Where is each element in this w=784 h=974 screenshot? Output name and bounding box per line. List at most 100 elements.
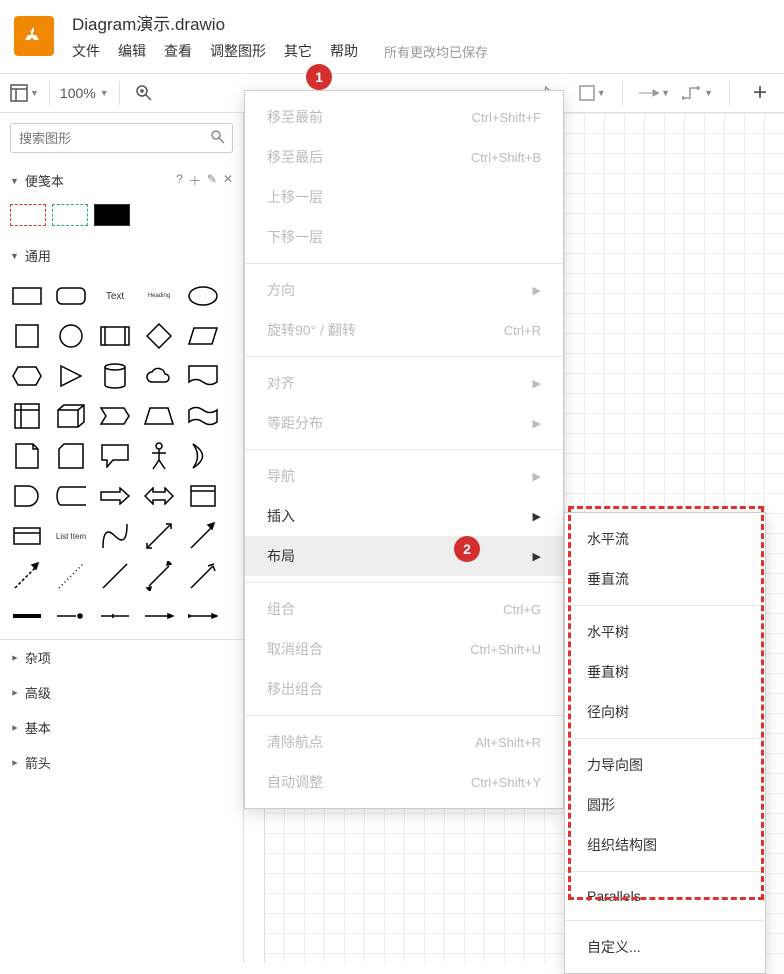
shape-hexagon[interactable] <box>10 361 44 391</box>
shape-square[interactable] <box>10 321 44 351</box>
section-advanced[interactable]: ▼高级 <box>0 675 243 710</box>
menu-edit[interactable]: 编辑 <box>118 41 146 61</box>
shape-callout[interactable] <box>98 441 132 471</box>
shape-curve[interactable] <box>98 521 132 551</box>
shape-listitem[interactable]: List Item <box>54 521 88 551</box>
zoom-in-button[interactable] <box>130 79 158 107</box>
shape-link4[interactable] <box>142 601 176 631</box>
shape-bidir-thin[interactable] <box>142 561 176 591</box>
shape-internal[interactable] <box>10 401 44 431</box>
shape-circle[interactable] <box>54 321 88 351</box>
shape-card[interactable] <box>54 441 88 471</box>
view-mode-button[interactable]: ▼ <box>10 79 39 107</box>
submenu-org[interactable]: 组织结构图 <box>565 825 765 865</box>
submenu-parallels[interactable]: Parallels <box>565 878 765 914</box>
submenu-custom[interactable]: 自定义... <box>565 927 765 967</box>
triangle-down-icon: ▼ <box>10 176 19 186</box>
shape-datastore[interactable] <box>54 481 88 511</box>
shape-heading[interactable]: Heading <box>142 281 176 311</box>
shape-triangle[interactable] <box>54 361 88 391</box>
submenu-vtree[interactable]: 垂直树 <box>565 652 765 692</box>
shape-ellipse[interactable] <box>186 281 220 311</box>
shape-bidir-arrow[interactable] <box>142 521 176 551</box>
menu-file[interactable]: 文件 <box>72 41 100 61</box>
separator <box>729 81 730 105</box>
submenu-htree[interactable]: 水平树 <box>565 612 765 652</box>
shape-dotted[interactable] <box>54 561 88 591</box>
menu-arrange[interactable]: 调整图形 <box>210 41 266 61</box>
section-scratchpad[interactable]: ▼ 便笺本 ? ＋ ✎ ✕ <box>0 163 243 198</box>
shape-or[interactable] <box>186 441 220 471</box>
shape-diamond[interactable] <box>142 321 176 351</box>
submenu-hflow[interactable]: 水平流 <box>565 519 765 559</box>
submenu-force[interactable]: 力导向图 <box>565 745 765 785</box>
shape-link2[interactable] <box>54 601 88 631</box>
shape-document[interactable] <box>186 361 220 391</box>
shape-arrow-open[interactable] <box>186 561 220 591</box>
document-title[interactable]: Diagram演示.drawio <box>72 10 488 35</box>
shape-actor[interactable] <box>142 441 176 471</box>
shape-cylinder[interactable] <box>98 361 132 391</box>
section-misc[interactable]: ▼杂项 <box>0 640 243 675</box>
scratchpad-thumb[interactable] <box>94 204 130 226</box>
menu-divider <box>565 738 765 739</box>
layout-submenu: 水平流 垂直流 水平树 垂直树 径向树 力导向图 圆形 组织结构图 Parall… <box>564 512 766 974</box>
scratchpad-items <box>0 198 243 238</box>
shape-link3[interactable] <box>98 601 132 631</box>
waypoint-button[interactable]: ▼ <box>682 79 713 107</box>
shape-button[interactable]: ▼ <box>578 79 606 107</box>
menu-help[interactable]: 帮助 <box>330 41 358 61</box>
shape-step[interactable] <box>98 401 132 431</box>
connection-button[interactable]: ▼ <box>639 79 670 107</box>
submenu-vflow[interactable]: 垂直流 <box>565 559 765 599</box>
shape-trapezoid[interactable] <box>142 401 176 431</box>
shapes-palette: Text Heading <box>0 273 243 639</box>
shape-list[interactable] <box>10 521 44 551</box>
shape-and[interactable] <box>10 481 44 511</box>
menu-divider <box>565 871 765 872</box>
scratchpad-thumb[interactable] <box>52 204 88 226</box>
edit-icon[interactable]: ✎ <box>207 172 217 189</box>
close-icon[interactable]: ✕ <box>223 172 233 189</box>
annotation-marker-2: 2 <box>454 536 480 562</box>
caret-down-icon: ▼ <box>704 88 713 98</box>
chevron-right-icon: ▶ <box>533 510 541 523</box>
menu-align: 对齐▶ <box>245 363 563 403</box>
shape-arrow-right[interactable] <box>98 481 132 511</box>
submenu-circle[interactable]: 圆形 <box>565 785 765 825</box>
menu-insert[interactable]: 插入▶ <box>245 496 563 536</box>
help-icon[interactable]: ? <box>176 172 183 189</box>
search-icon[interactable] <box>211 130 225 147</box>
add-button[interactable]: + <box>746 79 774 107</box>
caret-down-icon: ▼ <box>100 88 109 98</box>
shape-dashed[interactable] <box>10 561 44 591</box>
add-icon[interactable]: ＋ <box>189 172 201 189</box>
shape-parallelogram[interactable] <box>186 321 220 351</box>
shape-text[interactable]: Text <box>98 281 132 311</box>
shape-rect[interactable] <box>10 281 44 311</box>
shape-rounded[interactable] <box>54 281 88 311</box>
menu-layout[interactable]: 布局▶ <box>245 536 563 576</box>
shape-cloud[interactable] <box>142 361 176 391</box>
search-input[interactable] <box>10 123 233 153</box>
shape-arrow-bidir[interactable] <box>142 481 176 511</box>
shape-container[interactable] <box>186 481 220 511</box>
shape-link-thick[interactable] <box>10 601 44 631</box>
shape-tape[interactable] <box>186 401 220 431</box>
zoom-selector[interactable]: 100% ▼ <box>60 85 109 101</box>
shape-link5[interactable] <box>186 601 220 631</box>
shape-note[interactable] <box>10 441 44 471</box>
scratchpad-thumb[interactable] <box>10 204 46 226</box>
shape-process[interactable] <box>98 321 132 351</box>
shape-line[interactable] <box>98 561 132 591</box>
shape-arrow-line[interactable] <box>186 521 220 551</box>
sidebar: ▼ 便笺本 ? ＋ ✎ ✕ ▼ 通用 Text Heading <box>0 113 244 963</box>
menu-direction: 方向▶ <box>245 270 563 310</box>
section-general[interactable]: ▼ 通用 <box>0 238 243 273</box>
section-basic[interactable]: ▼基本 <box>0 710 243 745</box>
section-arrow[interactable]: ▼箭头 <box>0 745 243 780</box>
menu-extras[interactable]: 其它 <box>284 41 312 61</box>
shape-cube[interactable] <box>54 401 88 431</box>
submenu-radial[interactable]: 径向树 <box>565 692 765 732</box>
menu-view[interactable]: 查看 <box>164 41 192 61</box>
